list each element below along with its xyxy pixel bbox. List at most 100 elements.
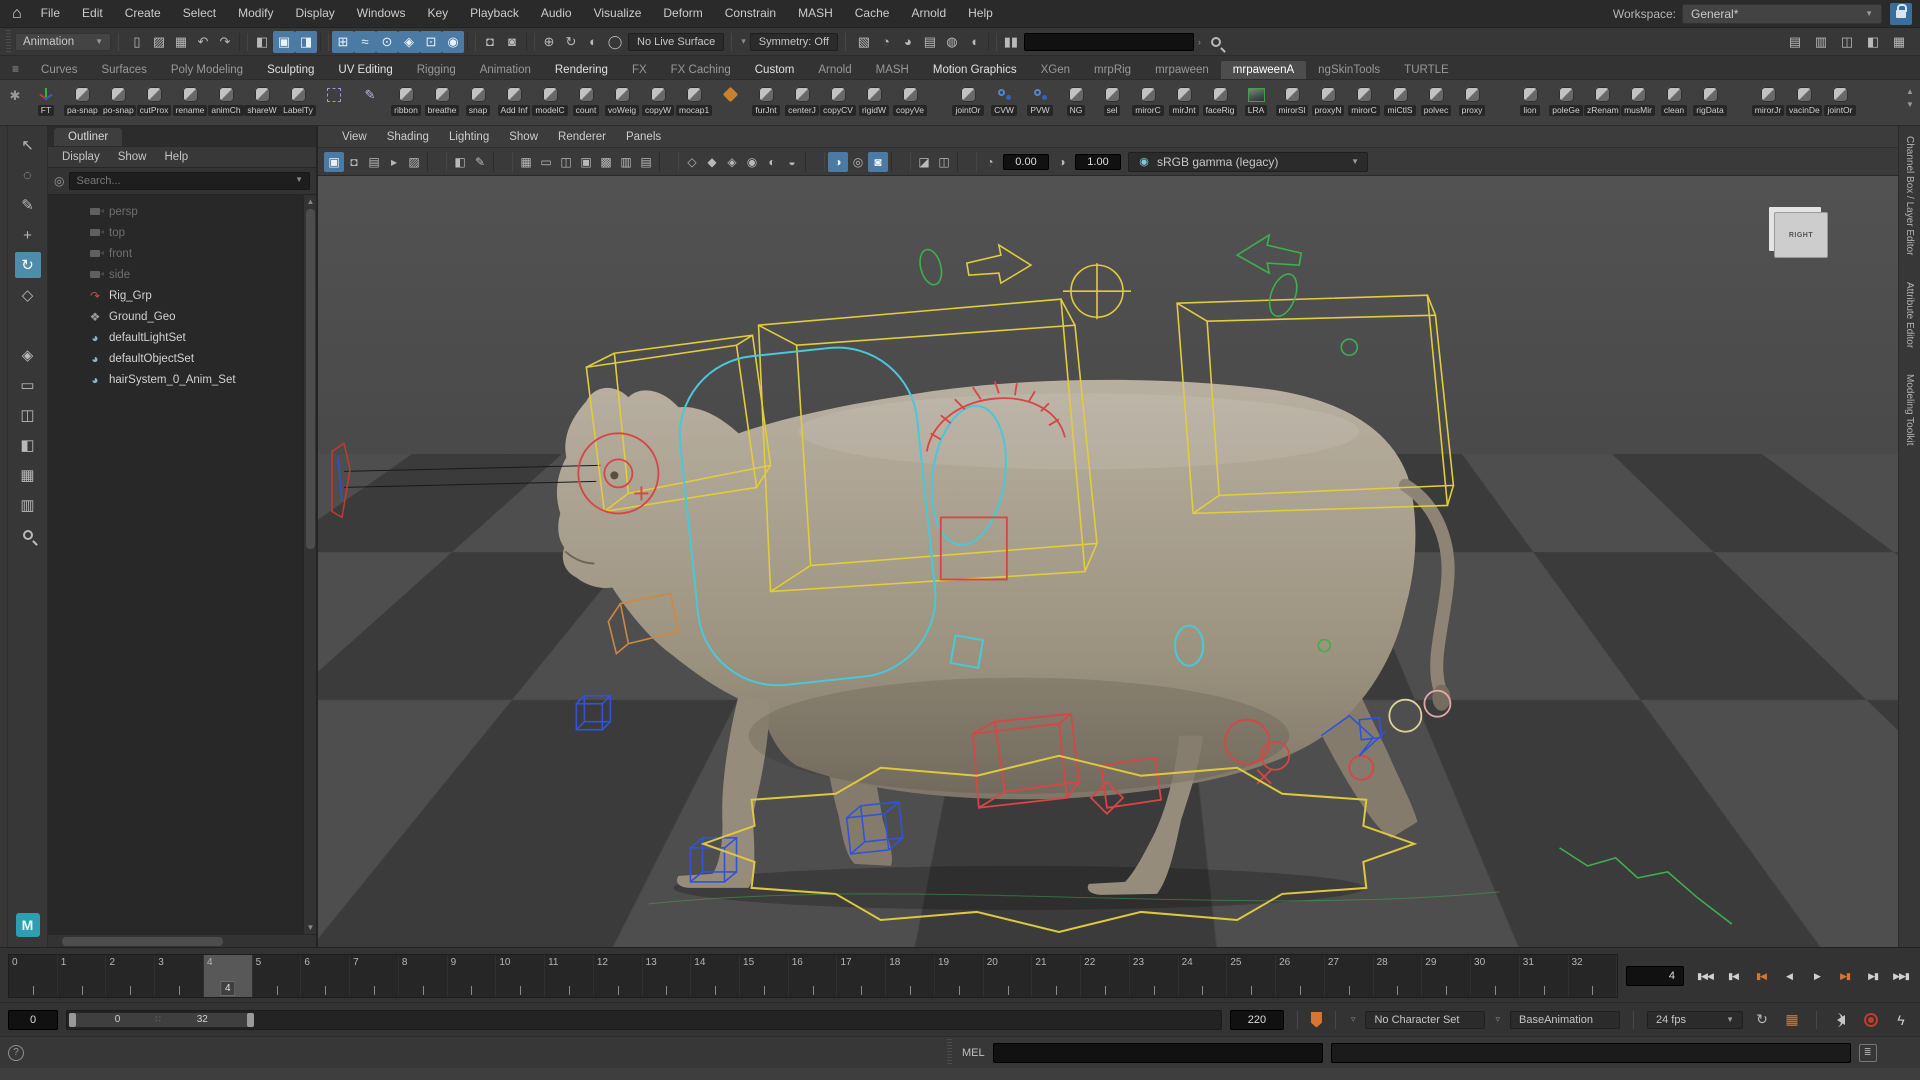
menu-item[interactable]: Key [416,6,459,20]
status-icon[interactable]: ◘ [479,31,501,53]
viewport-icon[interactable]: ◉ [742,152,762,172]
playback-button[interactable]: ▶▮ [1860,963,1886,989]
menu-item[interactable]: Help [957,6,1004,20]
viewport-icon[interactable]: ▥ [616,152,636,172]
mute-audio-icon[interactable] [1830,1009,1852,1031]
command-input[interactable] [993,1043,1323,1063]
menu-item[interactable]: Display [284,6,345,20]
sidebar-toggle-icon[interactable]: ▤ [1784,31,1806,53]
status-icon[interactable]: ▨ [148,31,170,53]
layout-button[interactable]: ▭ [15,372,41,398]
sidebar-toggle-icon[interactable]: ◧ [1862,31,1884,53]
playback-button[interactable]: ▮◀◀ [1692,963,1718,989]
menu-item[interactable]: Modify [227,6,284,20]
shelf-button[interactable]: ✎ proxyN [1310,82,1346,116]
timeline-frame-cell[interactable]: 2 [106,955,155,997]
outliner-menu-item[interactable]: Show [110,149,155,165]
menu-item[interactable]: Audio [530,6,583,20]
workspace-selector[interactable]: General* ▼ [1682,4,1882,24]
viewport-menu-item[interactable]: View [332,131,377,143]
viewport-icon[interactable]: ▭ [536,152,556,172]
shelf-button[interactable]: ✎ jointOr [1822,82,1858,116]
menu-item[interactable]: Visualize [583,6,653,20]
shelf-tab[interactable]: Sculpting [255,61,326,79]
timeline-frame-cell[interactable]: 18 [886,955,935,997]
shelf-menu-icon[interactable]: ≡ [4,62,29,79]
viewport-canvas[interactable]: RIGHT [318,176,1898,947]
viewport-icon[interactable]: ▦ [516,152,536,172]
timeline-frame-cell[interactable]: 24 [1179,955,1228,997]
timeline-frame-cell[interactable]: 0 [9,955,58,997]
range-start-handle[interactable] [69,1013,76,1027]
shelf-button[interactable]: ✎ mirorSl [1274,82,1310,116]
sidebar-tab[interactable]: Attribute Editor [1904,282,1915,348]
scroll-up-icon[interactable]: ▲ [304,195,316,208]
layout-button[interactable]: ◫ [15,402,41,428]
quick-selection-input[interactable] [1024,33,1194,51]
viewport-icon[interactable]: ◒ [782,152,802,172]
status-icon[interactable]: ⊙ [376,31,398,53]
shelf-button[interactable]: ✎ breathe [424,82,460,116]
current-frame-field[interactable]: 4 [1626,966,1684,986]
timeline-frame-cell[interactable]: 8 [399,955,448,997]
menu-item[interactable]: Create [114,6,172,20]
shelf-button[interactable]: ✎ poleGe [1548,82,1584,116]
shelf-button[interactable]: ✎ [1490,82,1512,116]
layout-button[interactable]: ▥ [15,492,41,518]
shelf-button[interactable]: ✎ LRA [1238,82,1274,116]
timeline-frame-cell[interactable]: 9 [448,955,497,997]
shelf-button[interactable]: ✎ [712,82,748,116]
shelf-tab[interactable]: Custom [743,61,807,79]
current-frame-marker[interactable]: 4 [220,981,236,996]
sidebar-toggle-icon[interactable]: ▦ [1888,31,1910,53]
timeline-frame-cell[interactable]: 28 [1374,955,1423,997]
status-icon[interactable]: ◧ [251,31,273,53]
menu-item[interactable]: Select [172,6,227,20]
shelf-button[interactable]: ✎ polvec [1418,82,1454,116]
viewport-icon[interactable]: ◧ [450,152,470,172]
status-icon[interactable]: ⊞ [332,31,354,53]
sidebar-toggle-icon[interactable]: ▥ [1810,31,1832,53]
viewport-icon[interactable] [805,152,825,172]
viewport-icon[interactable]: ▸ [384,152,404,172]
shelf-tab[interactable]: FX [620,61,659,79]
timeline-frame-cell[interactable]: 10 [496,955,545,997]
timeline-frame-cell[interactable]: 19 [935,955,984,997]
playback-button[interactable]: ◀ [1776,963,1802,989]
playback-range-bar[interactable]: 0 ∷ 32 [69,1013,254,1027]
view-cube[interactable]: RIGHT [1774,212,1828,258]
outliner-title[interactable]: Outliner [54,128,122,146]
chevron-down-icon[interactable]: ▿ [1493,1014,1502,1025]
viewport-menu-item[interactable]: Renderer [548,131,616,143]
shelf-button[interactable]: ✎ miCtlS [1382,82,1418,116]
status-icon[interactable]: ↶ [192,31,214,53]
shelf-button[interactable]: ✎ sel [1094,82,1130,116]
exposure-field[interactable]: 0.00 [1003,154,1049,170]
timeline-frame-cell[interactable]: 20 [984,955,1033,997]
status-icon[interactable] [239,33,248,51]
outliner-horizontal-scrollbar[interactable] [48,934,316,947]
color-management-selector[interactable]: ◉ sRGB gamma (legacy) ▼ [1128,152,1368,172]
menu-item[interactable]: Deform [652,6,713,20]
status-icon[interactable] [320,33,329,51]
shelf-button[interactable]: ✎ count [568,82,604,116]
status-icon[interactable]: ◨ [295,31,317,53]
scroll-up-icon[interactable]: ▲ [1906,87,1914,96]
script-editor-icon[interactable]: ≣ [1859,1044,1877,1062]
viewport-icon[interactable]: ◘ [344,152,364,172]
range-grip[interactable]: ∷ [155,1014,162,1025]
shelf-button[interactable]: ✎ cutProx [136,82,172,116]
shelf-button[interactable]: ✎ shareW [244,82,280,116]
shelf-tab[interactable]: mrpRig [1082,61,1143,79]
timeline-ruler[interactable]: 0 1 2 3 4 [8,954,1618,998]
timeline-frame-cell[interactable]: 1 [58,955,107,997]
shelf-button[interactable]: ✎ modelC [532,82,568,116]
live-surface-field[interactable]: No Live Surface [628,33,724,51]
outliner-item[interactable]: + ↷ ❖ ◕ defaultObjectSet [48,348,316,369]
timeline-frame-cell[interactable]: 16 [789,955,838,997]
shelf-tab[interactable]: FX Caching [659,61,743,79]
shelf-button[interactable]: ✎ faceRig [1202,82,1238,116]
symmetry-field[interactable]: Symmetry: Off [750,33,838,51]
shelf-button[interactable]: ✎ centerJ [784,82,820,116]
shelf-button[interactable]: ✎ [352,82,388,116]
